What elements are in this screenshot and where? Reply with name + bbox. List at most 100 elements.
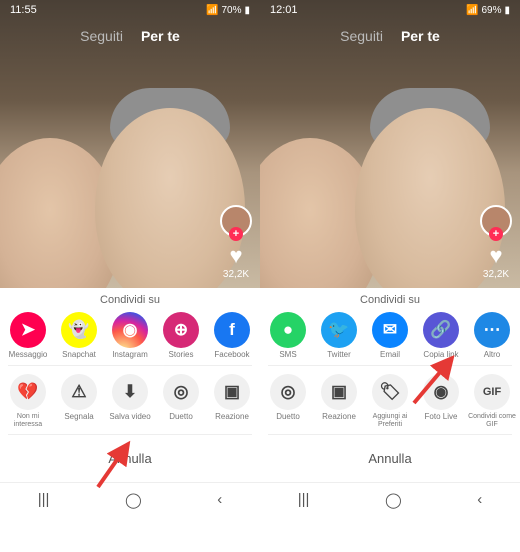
clock: 12:01: [270, 4, 298, 16]
battery-icon: ▮: [244, 5, 250, 16]
non-mi-interessa-icon: 💔: [10, 374, 46, 410]
share-item-label: Facebook: [214, 351, 249, 359]
like-count: 32,2K: [483, 269, 509, 280]
duetto2-icon: ◎: [270, 374, 306, 410]
share-item-facebook[interactable]: f Facebook: [208, 312, 256, 359]
right-rail: ♥ 32,2K: [480, 205, 512, 280]
signal-icon: 📶: [466, 5, 478, 16]
share-item-label: Stories: [169, 351, 194, 359]
avatar[interactable]: [480, 205, 512, 237]
share-item-foto-live[interactable]: ◉ Foto Live: [417, 374, 465, 428]
share-item-duetto[interactable]: ◎ Duetto: [157, 374, 205, 428]
like-count: 32,2K: [223, 269, 249, 280]
nav-home[interactable]: ◯: [125, 491, 142, 509]
share-row-actions[interactable]: ◎ Duetto ▣ Reazione 🏷 Aggiungi ai Preferiti ◉ F…: [260, 372, 520, 428]
share-item-email[interactable]: ✉ Email: [366, 312, 414, 359]
cancel-button[interactable]: Annulla: [0, 441, 260, 480]
share-row-apps[interactable]: ● SMS 🐦Twitter✉ Email 🔗 Copia link ⋯ Altro: [260, 310, 520, 359]
share-item-reazione[interactable]: ▣Reazione: [208, 374, 256, 428]
foto-live-icon: ◉: [423, 374, 459, 410]
share-item-label: Duetto: [276, 413, 300, 421]
share-item-salva-video[interactable]: ⬇ Salva video: [106, 374, 154, 428]
share-title: Condividi su: [260, 294, 520, 306]
share-item-messaggio[interactable]: ➤ Messaggio: [4, 312, 52, 359]
signal-icon: 📶: [206, 5, 218, 16]
like-button[interactable]: ♥ 32,2K: [483, 245, 509, 280]
segnala-icon: ⚠: [61, 374, 97, 410]
like-button[interactable]: ♥ 32,2K: [223, 245, 249, 280]
video-area[interactable]: 12:01 📶 69% ▮ Seguiti Per te ♥ 32,2K: [260, 0, 520, 288]
divider: [8, 434, 252, 435]
share-item-label: Salva video: [109, 413, 150, 421]
share-item-label: Foto Live: [425, 413, 458, 421]
battery-icon: ▮: [504, 5, 510, 16]
share-row-actions[interactable]: 💔 Non mi interessa ⚠ Segnala ⬇ Salva video ◎ Du…: [0, 372, 260, 428]
preferiti-icon: 🏷: [372, 374, 408, 410]
instagram-icon: ◉: [112, 312, 148, 348]
share-item-label: Messaggio: [9, 351, 48, 359]
heart-icon: ♥: [229, 245, 242, 267]
share-item-non-mi-interessa[interactable]: 💔 Non mi interessa: [4, 374, 52, 428]
share-item-label: Reazione: [215, 413, 249, 421]
avatar[interactable]: [220, 205, 252, 237]
tab-foryou[interactable]: Per te: [401, 28, 440, 44]
share-item-label: Copia link: [423, 351, 458, 359]
share-item-altro[interactable]: ⋯ Altro: [468, 312, 516, 359]
share-item-instagram[interactable]: ◉ Instagram: [106, 312, 154, 359]
share-item-duetto2[interactable]: ◎ Duetto: [264, 374, 312, 428]
clock: 11:55: [10, 4, 37, 16]
share-item-stories[interactable]: ⊕Stories: [157, 312, 205, 359]
share-item-label: Condividi come GIF: [468, 413, 516, 428]
copia-link-icon: 🔗: [423, 312, 459, 348]
tab-following[interactable]: Seguiti: [340, 28, 383, 44]
share-item-segnala[interactable]: ⚠ Segnala: [55, 374, 103, 428]
share-item-label: Reazione: [322, 413, 356, 421]
share-item-snapchat[interactable]: 👻 Snapchat: [55, 312, 103, 359]
tab-following[interactable]: Seguiti: [80, 28, 123, 44]
share-item-label: Instagram: [112, 351, 148, 359]
share-item-label: Twitter: [327, 351, 351, 359]
nav-back[interactable]: ‹: [217, 491, 222, 508]
feed-tabs: Seguiti Per te: [0, 28, 260, 44]
share-item-copia-link[interactable]: 🔗 Copia link: [417, 312, 465, 359]
share-item-sms[interactable]: ● SMS: [264, 312, 312, 359]
android-navbar: ||| ◯ ‹: [260, 482, 520, 516]
share-item-preferiti[interactable]: 🏷 Aggiungi ai Preferiti: [366, 374, 414, 428]
phone-right: 12:01 📶 69% ▮ Seguiti Per te ♥ 32,2K Con…: [260, 0, 520, 552]
share-item-label: Aggiungi ai Preferiti: [366, 413, 414, 428]
altro-icon: ⋯: [474, 312, 510, 348]
share-item-label: Email: [380, 351, 400, 359]
email-icon: ✉: [372, 312, 408, 348]
share-item-label: Non mi interessa: [4, 413, 52, 428]
share-item-label: Snapchat: [62, 351, 96, 359]
share-item-label: Altro: [484, 351, 500, 359]
nav-back[interactable]: ‹: [477, 491, 482, 508]
messaggio-icon: ➤: [10, 312, 46, 348]
sms-icon: ●: [270, 312, 306, 348]
reazione2-icon: ▣: [321, 374, 357, 410]
status-icons: 📶 70% ▮: [206, 5, 250, 16]
heart-icon: ♥: [489, 245, 502, 267]
share-item-label: Duetto: [169, 413, 193, 421]
battery-label: 69%: [481, 5, 501, 16]
video-area[interactable]: 11:55 📶 70% ▮ Seguiti Per te ♥ 32,2K: [0, 0, 260, 288]
facebook-icon: f: [214, 312, 250, 348]
share-item-twitter[interactable]: 🐦Twitter: [315, 312, 363, 359]
duetto-icon: ◎: [163, 374, 199, 410]
share-item-label: Segnala: [64, 413, 93, 421]
phone-left: 11:55 📶 70% ▮ Seguiti Per te ♥ 32,2K Con…: [0, 0, 260, 552]
tab-foryou[interactable]: Per te: [141, 28, 180, 44]
status-bar: 11:55 📶 70% ▮: [0, 0, 260, 20]
share-item-reazione2[interactable]: ▣ Reazione: [315, 374, 363, 428]
cancel-button[interactable]: Annulla: [260, 441, 520, 480]
salva-video-icon: ⬇: [112, 374, 148, 410]
share-item-label: SMS: [279, 351, 296, 359]
battery-label: 70%: [221, 5, 241, 16]
nav-recents[interactable]: |||: [38, 491, 50, 508]
nav-recents[interactable]: |||: [298, 491, 310, 508]
share-item-gif[interactable]: GIFCondividi come GIF: [468, 374, 516, 428]
share-row-apps[interactable]: ➤ Messaggio 👻 Snapchat ◉ Instagram ⊕Storiesf Fa…: [0, 310, 260, 359]
share-sheet: Condividi su ➤Messaggio👻Snapchat◉Instagr…: [0, 288, 260, 482]
nav-home[interactable]: ◯: [385, 491, 402, 509]
snapchat-icon: 👻: [61, 312, 97, 348]
